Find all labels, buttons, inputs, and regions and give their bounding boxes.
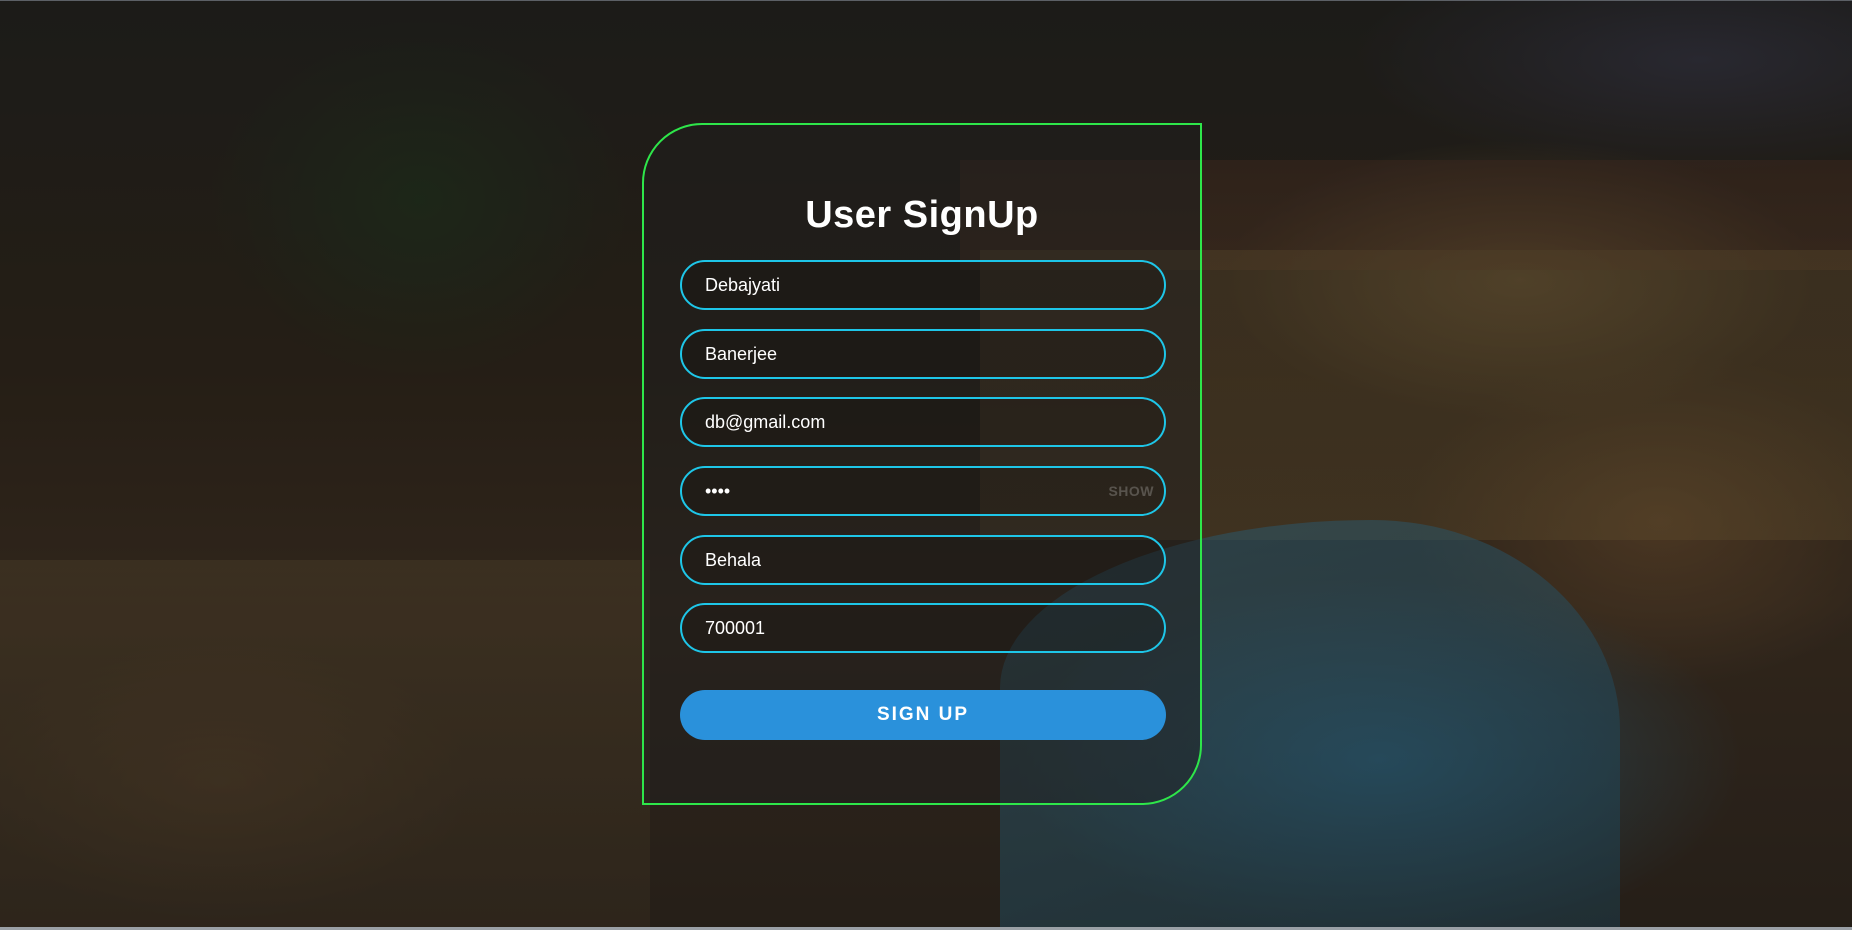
city-field[interactable]: Behala — [680, 535, 1166, 585]
city-value: Behala — [705, 549, 762, 570]
last-name-field[interactable]: Banerjee — [680, 329, 1166, 379]
password-value: •••• — [705, 480, 731, 501]
pincode-field[interactable]: 700001 — [680, 603, 1166, 653]
show-password-toggle[interactable]: SHOW — [1108, 483, 1154, 499]
pincode-value: 700001 — [705, 617, 766, 638]
password-field[interactable]: •••• SHOW — [680, 466, 1166, 516]
last-name-value: Banerjee — [705, 343, 778, 364]
top-divider — [0, 0, 1852, 1]
first-name-field[interactable]: Debajyati — [680, 260, 1166, 310]
signup-card: User SignUp Debajyati Banerjee db@gmail.… — [642, 123, 1202, 805]
page: User SignUp Debajyati Banerjee db@gmail.… — [0, 0, 1852, 930]
email-value: db@gmail.com — [705, 411, 826, 432]
signup-button[interactable]: SIGN UP — [680, 690, 1166, 740]
email-field[interactable]: db@gmail.com — [680, 397, 1166, 447]
form-title: User SignUp — [805, 194, 1039, 236]
first-name-value: Debajyati — [705, 274, 781, 295]
